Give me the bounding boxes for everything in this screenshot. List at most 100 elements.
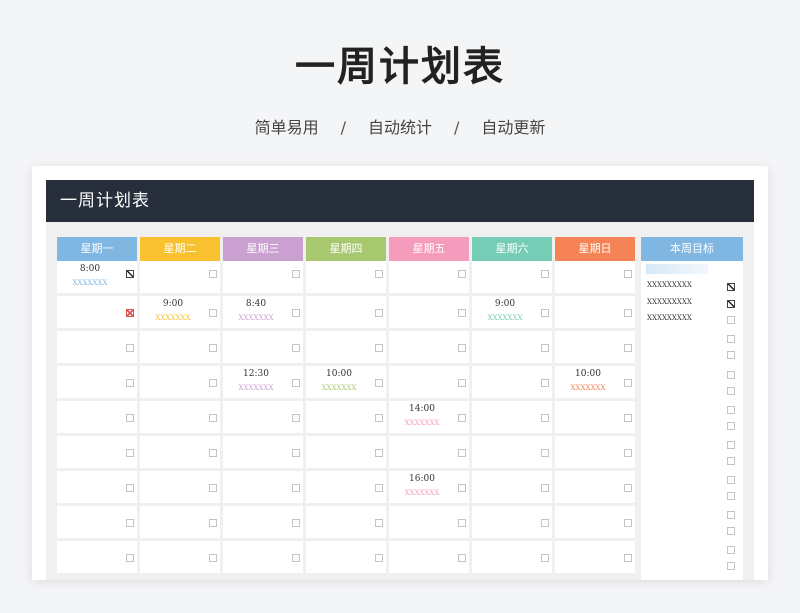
checkbox[interactable] — [458, 484, 466, 492]
checkbox[interactable] — [292, 344, 300, 352]
checkbox[interactable] — [126, 554, 134, 562]
schedule-cell[interactable] — [57, 506, 137, 538]
schedule-cell[interactable]: 14:00 XXXXXXX — [389, 401, 469, 433]
goal-checkbox[interactable] — [727, 457, 735, 465]
schedule-cell[interactable] — [223, 436, 303, 468]
checkbox[interactable] — [126, 379, 134, 387]
checkbox[interactable] — [541, 449, 549, 457]
schedule-cell[interactable]: 10:00 XXXXXXX — [306, 366, 386, 398]
goal-checkbox[interactable] — [727, 351, 735, 359]
checkbox[interactable] — [209, 484, 217, 492]
checkbox[interactable] — [458, 344, 466, 352]
checkbox[interactable] — [458, 379, 466, 387]
schedule-cell[interactable] — [472, 401, 552, 433]
schedule-cell[interactable] — [57, 331, 137, 363]
checkbox[interactable] — [541, 270, 549, 278]
goal-checkbox[interactable] — [727, 441, 735, 449]
schedule-cell[interactable] — [223, 331, 303, 363]
schedule-cell[interactable] — [389, 436, 469, 468]
schedule-cell[interactable] — [223, 261, 303, 293]
schedule-cell[interactable] — [472, 436, 552, 468]
checkbox[interactable] — [458, 309, 466, 317]
checkbox[interactable] — [541, 484, 549, 492]
schedule-cell[interactable] — [306, 261, 386, 293]
schedule-cell[interactable] — [57, 296, 137, 328]
schedule-cell[interactable] — [472, 261, 552, 293]
schedule-cell[interactable] — [555, 331, 635, 363]
schedule-cell[interactable] — [472, 506, 552, 538]
schedule-cell[interactable] — [472, 331, 552, 363]
schedule-cell[interactable] — [472, 471, 552, 503]
schedule-cell[interactable] — [555, 541, 635, 573]
checkbox[interactable] — [541, 344, 549, 352]
checkbox[interactable] — [375, 449, 383, 457]
checkbox[interactable] — [541, 309, 549, 317]
schedule-cell[interactable] — [140, 261, 220, 293]
checkbox[interactable] — [624, 449, 632, 457]
checkbox[interactable] — [541, 554, 549, 562]
checkbox[interactable] — [624, 414, 632, 422]
checkbox[interactable] — [624, 379, 632, 387]
schedule-cell[interactable] — [306, 506, 386, 538]
schedule-cell[interactable] — [389, 366, 469, 398]
checkbox[interactable] — [375, 309, 383, 317]
checkbox[interactable] — [209, 344, 217, 352]
schedule-cell[interactable] — [306, 471, 386, 503]
checkbox[interactable] — [292, 309, 300, 317]
schedule-cell[interactable] — [472, 541, 552, 573]
schedule-cell[interactable] — [140, 541, 220, 573]
schedule-cell[interactable] — [555, 436, 635, 468]
schedule-cell[interactable] — [306, 296, 386, 328]
checkbox[interactable] — [375, 414, 383, 422]
checkbox[interactable] — [624, 554, 632, 562]
checkbox[interactable] — [126, 519, 134, 527]
checkbox[interactable] — [458, 414, 466, 422]
checkbox[interactable] — [209, 270, 217, 278]
goal-checkbox[interactable] — [727, 546, 735, 554]
schedule-cell[interactable] — [306, 541, 386, 573]
checkbox[interactable] — [541, 414, 549, 422]
goal-checkbox[interactable] — [727, 562, 735, 570]
checkbox[interactable] — [209, 414, 217, 422]
checkbox[interactable] — [624, 484, 632, 492]
checkbox[interactable] — [209, 519, 217, 527]
schedule-cell[interactable] — [57, 541, 137, 573]
schedule-cell[interactable] — [140, 471, 220, 503]
checkbox[interactable] — [292, 379, 300, 387]
checkbox[interactable] — [458, 270, 466, 278]
checkbox[interactable] — [458, 554, 466, 562]
schedule-cell[interactable] — [555, 506, 635, 538]
schedule-cell[interactable] — [306, 331, 386, 363]
schedule-cell[interactable]: 9:00 XXXXXXX — [140, 296, 220, 328]
goal-input-highlight[interactable] — [646, 264, 708, 274]
goal-checkbox[interactable] — [727, 527, 735, 535]
schedule-cell[interactable] — [57, 401, 137, 433]
schedule-cell[interactable] — [555, 401, 635, 433]
checkbox[interactable] — [292, 484, 300, 492]
schedule-cell[interactable] — [140, 401, 220, 433]
goal-checkbox[interactable] — [727, 511, 735, 519]
schedule-cell[interactable] — [57, 366, 137, 398]
checkbox[interactable] — [292, 270, 300, 278]
goal-checkbox[interactable] — [727, 492, 735, 500]
checkbox[interactable] — [458, 519, 466, 527]
checkbox[interactable] — [624, 270, 632, 278]
checkbox[interactable] — [292, 449, 300, 457]
schedule-cell[interactable]: 12:30 XXXXXXX — [223, 366, 303, 398]
schedule-cell[interactable] — [555, 261, 635, 293]
schedule-cell[interactable] — [472, 366, 552, 398]
checkbox[interactable] — [126, 344, 134, 352]
schedule-cell[interactable] — [57, 436, 137, 468]
schedule-cell[interactable]: 8:40 XXXXXXX — [223, 296, 303, 328]
checkbox[interactable] — [375, 270, 383, 278]
checkbox[interactable] — [126, 484, 134, 492]
checkbox[interactable] — [126, 449, 134, 457]
schedule-cell[interactable] — [140, 331, 220, 363]
schedule-cell[interactable] — [140, 366, 220, 398]
schedule-cell[interactable] — [140, 436, 220, 468]
checkbox[interactable] — [292, 414, 300, 422]
checkbox[interactable] — [541, 379, 549, 387]
schedule-cell[interactable] — [389, 331, 469, 363]
checkbox[interactable] — [375, 554, 383, 562]
schedule-cell[interactable]: 9:00 XXXXXXX — [472, 296, 552, 328]
